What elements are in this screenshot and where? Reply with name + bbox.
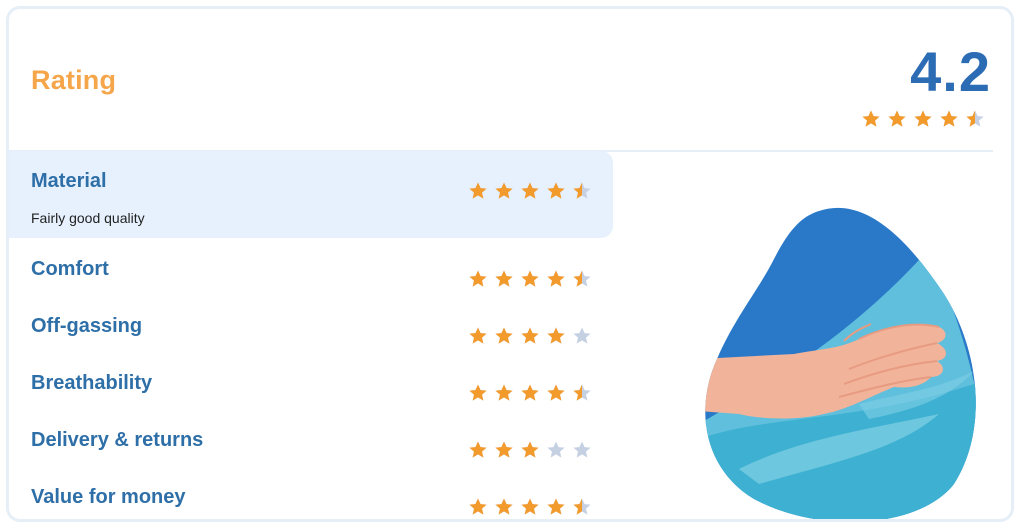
- rating-row-material[interactable]: Material Fairly good quality: [9, 151, 613, 238]
- star-icon: [914, 110, 932, 127]
- rating-title: Rating: [31, 65, 117, 95]
- star-icon: [521, 441, 539, 458]
- star-icon: [573, 327, 591, 344]
- star-icon: [547, 182, 565, 199]
- star-icon: [547, 327, 565, 344]
- rating-row-value-for-money[interactable]: Value for money: [9, 466, 613, 519]
- rating-label: Off-gassing: [31, 315, 143, 337]
- rating-label: Value for money: [31, 486, 186, 508]
- star-icon: [573, 498, 591, 515]
- star-icon: [495, 498, 513, 515]
- star-rating: [468, 326, 598, 346]
- rating-label: Breathability: [31, 372, 153, 394]
- star-icon: [521, 270, 539, 287]
- overall-star-rating: [861, 109, 991, 129]
- star-icon: [521, 498, 539, 515]
- star-icon: [469, 327, 487, 344]
- star-rating: [468, 440, 598, 460]
- rating-row-off-gassing[interactable]: Off-gassing: [9, 295, 613, 352]
- star-icon: [521, 182, 539, 199]
- rating-row-comfort[interactable]: Comfort: [9, 238, 613, 295]
- star-icon: [495, 270, 513, 287]
- star-rating: [468, 383, 598, 403]
- star-icon: [573, 441, 591, 458]
- star-icon: [888, 110, 906, 127]
- rating-label: Material: [31, 170, 107, 192]
- star-rating: [468, 269, 598, 289]
- star-icon: [469, 441, 487, 458]
- star-icon: [469, 384, 487, 401]
- star-icon: [495, 182, 513, 199]
- hand-on-mattress-illustration: [705, 207, 976, 519]
- rating-row-breathability[interactable]: Breathability: [9, 352, 613, 409]
- star-icon: [940, 110, 958, 127]
- star-icon: [469, 182, 487, 199]
- rating-label: Comfort: [31, 258, 109, 280]
- star-icon: [521, 384, 539, 401]
- star-icon: [469, 270, 487, 287]
- rating-categories: Material Fairly good quality Comfort Off…: [9, 151, 613, 519]
- star-icon: [495, 441, 513, 458]
- rating-row-delivery-returns[interactable]: Delivery & returns: [9, 409, 613, 466]
- star-icon: [573, 270, 591, 287]
- star-icon: [573, 384, 591, 401]
- star-icon: [966, 110, 984, 127]
- star-icon: [521, 327, 539, 344]
- star-icon: [547, 270, 565, 287]
- rating-sublabel: Fairly good quality: [31, 210, 145, 226]
- overall-score: 4.2: [910, 40, 991, 103]
- star-icon: [495, 327, 513, 344]
- rating-label: Delivery & returns: [31, 429, 204, 451]
- star-icon: [495, 384, 513, 401]
- star-icon: [862, 110, 880, 127]
- star-icon: [469, 498, 487, 515]
- star-icon: [547, 498, 565, 515]
- rating-card: Rating 4.2 Material Fairly good quality …: [6, 6, 1014, 522]
- star-icon: [547, 384, 565, 401]
- star-rating: [468, 181, 598, 201]
- star-icon: [547, 441, 565, 458]
- star-rating: [468, 497, 598, 517]
- star-icon: [573, 182, 591, 199]
